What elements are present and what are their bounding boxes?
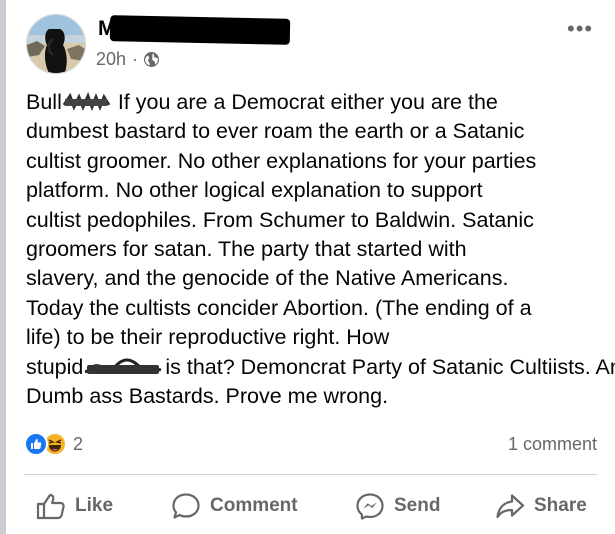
- more-horizontal-icon[interactable]: •••: [567, 16, 593, 42]
- globe-icon[interactable]: [143, 51, 160, 68]
- meta-separator: ·: [132, 49, 139, 69]
- comment-label: Comment: [210, 495, 298, 516]
- post-text-line: stupid is that? Demoncrat Party of Satan…: [26, 354, 615, 379]
- avatar[interactable]: [26, 14, 86, 74]
- post-text-line: cultist pedophiles. From Schumer to Bald…: [26, 207, 534, 232]
- share-label: Share: [534, 495, 587, 516]
- scribble-redaction: [84, 358, 162, 374]
- post-text: Bull If you are a Democrat either you ar…: [26, 88, 615, 441]
- post-text-line: Bull If you are a Democrat either you ar…: [26, 90, 498, 114]
- thumbs-up-icon: [36, 493, 65, 520]
- post-text-line: platform. No other logical explanation t…: [26, 178, 483, 203]
- comment-bubble-icon: [172, 493, 200, 519]
- post-text-line: life) to be their reproductive right. Ho…: [26, 325, 390, 350]
- send-button[interactable]: Send: [355, 492, 440, 520]
- like-reaction-icon: [24, 432, 48, 456]
- left-edge-border: [0, 0, 6, 534]
- share-arrow-icon: [496, 494, 525, 519]
- comment-button[interactable]: Comment: [171, 492, 298, 520]
- avatar-photo: [27, 15, 85, 73]
- scribble-redaction: [62, 92, 111, 112]
- messenger-icon: [356, 493, 384, 520]
- post-text-line: Dumb ass Bastards. Prove me wrong.: [26, 383, 389, 408]
- name-redaction: [109, 15, 291, 45]
- post-text-line: slavery, and the genocide of the Native …: [26, 266, 509, 291]
- post-text-line: dumbest bastard to ever roam the earth o…: [26, 119, 525, 144]
- post-text-line: Today the cultists concider Abortion. (T…: [26, 295, 532, 320]
- post-text-line: groomers for satan. The party that start…: [26, 236, 467, 261]
- action-bar: Like Comment Send Share: [0, 486, 615, 530]
- post-time[interactable]: 20h: [96, 49, 126, 70]
- send-label: Send: [394, 495, 441, 516]
- post-text-line: cultist groomer. No other explanations f…: [26, 148, 537, 173]
- comment-count[interactable]: 1 comment: [508, 434, 597, 455]
- reaction-summary[interactable]: 2: [24, 431, 83, 457]
- post-meta: 20h ·: [96, 49, 160, 70]
- like-label: Like: [75, 495, 114, 516]
- share-button[interactable]: Share: [495, 492, 587, 520]
- like-button[interactable]: Like: [36, 492, 113, 520]
- divider: [24, 474, 597, 475]
- reaction-count: 2: [73, 433, 84, 454]
